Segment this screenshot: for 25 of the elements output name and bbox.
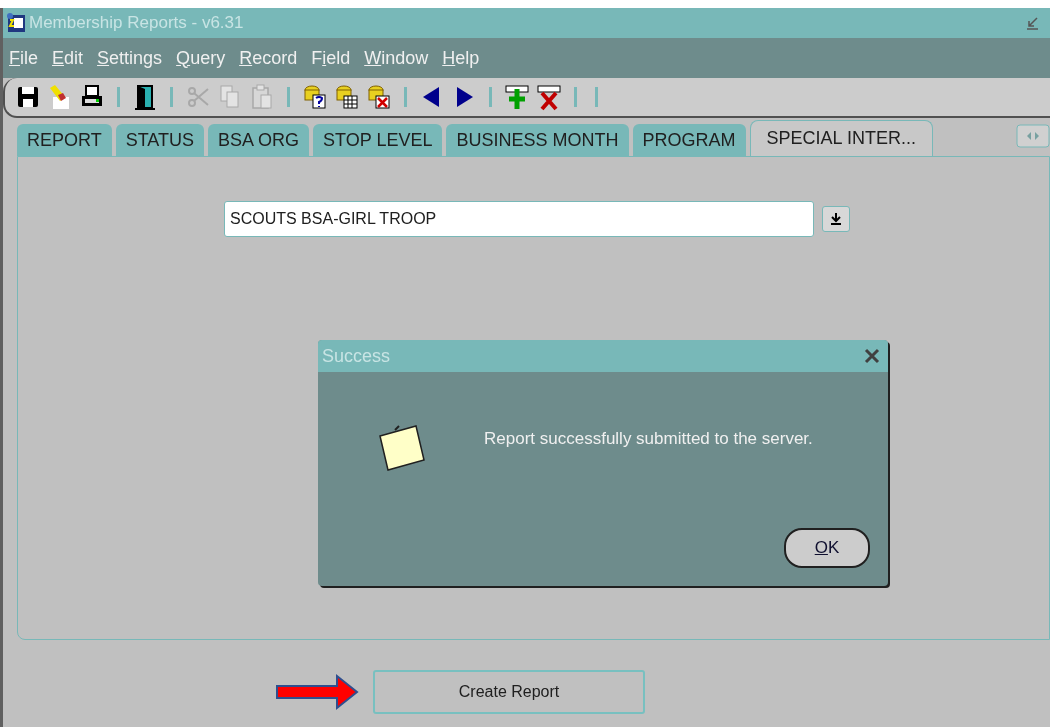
create-report-button[interactable]: Create Report (373, 670, 645, 714)
minimize-icon[interactable] (1024, 15, 1040, 31)
tab[interactable]: BSA ORG (208, 124, 310, 156)
database-table-icon[interactable] (334, 83, 360, 111)
tab[interactable]: STOP LEVEL (313, 124, 443, 156)
dropdown-button[interactable] (822, 206, 850, 232)
close-icon[interactable] (864, 348, 880, 364)
tab[interactable]: PROGRAM (632, 124, 746, 156)
database-question-icon[interactable] (302, 83, 328, 111)
database-cross-icon[interactable] (366, 83, 392, 111)
door-icon[interactable] (132, 83, 158, 111)
dialog-title: Success (322, 344, 391, 368)
tab[interactable]: SPECIAL INTER... (749, 120, 933, 156)
tab[interactable]: REPORT (17, 124, 112, 156)
dropdown-field[interactable]: SCOUTS BSA-GIRL TROOP (224, 201, 814, 237)
ok-button[interactable]: OK (784, 528, 870, 568)
window-title: Membership Reports - v6.31 (29, 12, 244, 35)
note-icon (378, 422, 428, 472)
app-icon (5, 12, 27, 34)
tab[interactable]: BUSINESS MONTH (446, 124, 629, 156)
plus-icon[interactable] (504, 83, 530, 111)
tab[interactable]: STATUS (115, 124, 205, 156)
dialog-message: Report successfully submitted to the server. (484, 428, 813, 450)
download-arrow-icon (830, 212, 842, 226)
cross-icon[interactable] (536, 83, 562, 111)
